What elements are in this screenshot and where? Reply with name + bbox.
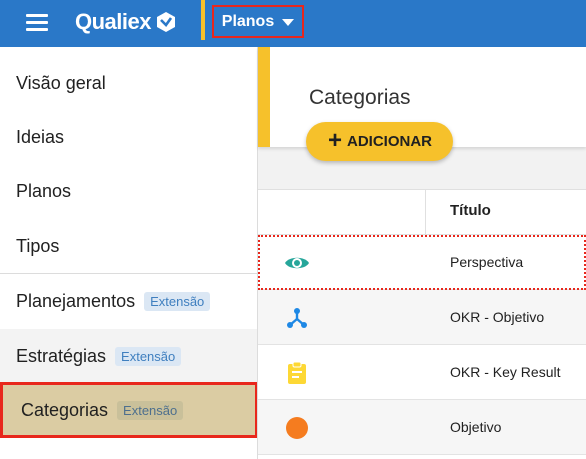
sidebar-item-planos[interactable]: Planos [0, 164, 258, 218]
column-header-title[interactable]: Título [450, 202, 491, 219]
sidebar-item-planejamentos[interactable]: Planejamentos Extensão [0, 274, 258, 328]
row-title: Objetivo [450, 419, 502, 435]
chevron-down-icon [282, 19, 295, 26]
sidebar-item-categorias[interactable]: Categorias Extensão [0, 382, 258, 438]
menu-icon[interactable] [26, 13, 48, 31]
row-title: OKR - Objetivo [450, 309, 545, 325]
sidebar-item-ideias[interactable]: Ideias [0, 110, 258, 164]
extension-badge: Extensão [117, 400, 184, 420]
sidebar-item-tipos[interactable]: Tipos [0, 219, 258, 273]
sidebar-item-label: Planos [16, 180, 72, 201]
add-button[interactable]: + ADICIONAR [306, 122, 453, 161]
table-row[interactable]: Objetivo [258, 400, 586, 455]
sidebar-item-label: Planejamentos [16, 290, 136, 311]
column-divider [425, 190, 426, 236]
extension-badge: Extensão [115, 346, 182, 366]
sidebar: Visão geral Ideias Planos Tipos Planejam… [0, 47, 258, 459]
top-app-bar: Qualiex Planos [0, 0, 586, 47]
clipboard-icon [284, 360, 310, 386]
plans-menu-label: Planos [221, 12, 275, 30]
sidebar-item-label: Ideias [16, 126, 65, 147]
plus-icon: + [328, 126, 343, 154]
table-row[interactable]: OKR - Objetivo [258, 290, 586, 345]
sidebar-item-visao-geral[interactable]: Visão geral [0, 56, 258, 110]
topbar-accent [201, 0, 205, 40]
page-title: Categorias [309, 86, 411, 109]
extension-badge: Extensão [144, 291, 211, 311]
sidebar-item-label: Estratégias [16, 345, 107, 366]
add-button-label: ADICIONAR [347, 133, 433, 150]
brand-mark-icon [156, 12, 175, 32]
table-row[interactable]: OKR - Key Result [258, 345, 586, 400]
row-title: Perspectiva [450, 254, 524, 270]
categories-table: Título Perspectiva OKR - Objetivo OKR - … [258, 189, 586, 459]
sidebar-item-label: Categorias [21, 399, 109, 420]
brand-logo[interactable]: Qualiex [75, 8, 177, 36]
header-accent [258, 47, 270, 147]
table-header: Título [258, 189, 586, 236]
sidebar-item-estrategias[interactable]: Estratégias Extensão [0, 329, 258, 383]
sidebar-item-label: Visão geral [16, 72, 106, 93]
plans-menu-button[interactable]: Planos [212, 5, 304, 38]
sidebar-item-label: Tipos [16, 235, 60, 256]
eye-icon [284, 250, 310, 276]
hierarchy-icon [284, 305, 310, 331]
brand-name: Qualiex [75, 9, 151, 34]
row-title: OKR - Key Result [450, 364, 561, 380]
circle-icon [284, 415, 310, 441]
table-row[interactable]: Perspectiva [258, 235, 586, 290]
